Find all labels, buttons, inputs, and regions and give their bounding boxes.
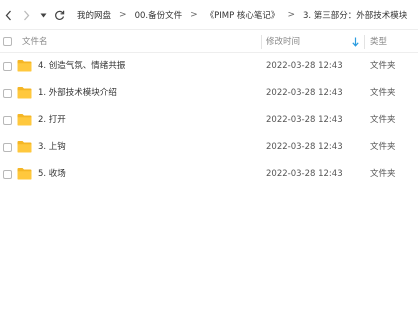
breadcrumb-item-notes[interactable]: 《PIMP 核心笔记》 <box>201 9 285 21</box>
folder-icon <box>17 141 32 153</box>
folder-icon <box>17 114 32 126</box>
file-name[interactable]: 2. 打开 <box>38 107 66 134</box>
breadcrumb-separator-icon: > <box>119 10 127 20</box>
select-all-checkbox[interactable] <box>3 37 12 46</box>
file-row[interactable]: 5. 收场 2022-03-28 12:43 文件夹 <box>0 161 418 188</box>
row-checkbox[interactable] <box>3 62 12 71</box>
folder-icon <box>17 168 32 180</box>
toolbar: 我的网盘 > 00.备份文件 > 《PIMP 核心笔记》 > 3. 第三部分：外… <box>0 0 418 30</box>
row-checkbox[interactable] <box>3 170 12 179</box>
chevron-right-icon <box>23 10 29 20</box>
file-modified-time: 2022-03-28 12:43 <box>266 169 343 179</box>
file-name[interactable]: 4. 创造气氛、情绪共振 <box>38 53 125 80</box>
file-type: 文件夹 <box>370 115 396 125</box>
history-dropdown-button[interactable] <box>38 7 48 23</box>
file-name[interactable]: 5. 收场 <box>38 161 66 188</box>
refresh-icon <box>54 10 64 20</box>
column-header-type[interactable]: 类型 <box>370 31 387 53</box>
file-type: 文件夹 <box>370 61 396 71</box>
folder-icon <box>17 60 32 72</box>
file-modified-time: 2022-03-28 12:43 <box>266 115 343 125</box>
file-modified-time: 2022-03-28 12:43 <box>266 88 343 98</box>
caret-down-icon <box>40 13 46 17</box>
breadcrumb-separator-icon: > <box>190 10 198 20</box>
column-header-name[interactable]: 文件名 <box>22 31 48 53</box>
file-type: 文件夹 <box>370 142 396 152</box>
column-header-modified[interactable]: 修改时间 <box>266 31 300 53</box>
file-type: 文件夹 <box>370 88 396 98</box>
breadcrumb-item-current[interactable]: 3. 第三部分：外部技术模块 <box>298 9 412 21</box>
row-checkbox[interactable] <box>3 89 12 98</box>
file-row[interactable]: 1. 外部技术模块介绍 2022-03-28 12:43 文件夹 <box>0 80 418 107</box>
folder-icon <box>17 87 32 99</box>
row-checkbox[interactable] <box>3 116 12 125</box>
breadcrumb-separator-icon: > <box>287 10 295 20</box>
file-row[interactable]: 4. 创造气氛、情绪共振 2022-03-28 12:43 文件夹 <box>0 53 418 80</box>
breadcrumb: 我的网盘 > 00.备份文件 > 《PIMP 核心笔记》 > 3. 第三部分：外… <box>72 0 418 30</box>
file-modified-time: 2022-03-28 12:43 <box>266 61 343 71</box>
breadcrumb-item-my-drive[interactable]: 我的网盘 <box>72 9 116 21</box>
file-modified-time: 2022-03-28 12:43 <box>266 142 343 152</box>
forward-button[interactable] <box>20 7 32 23</box>
file-list-header: 文件名 修改时间 类型 <box>0 31 418 53</box>
column-divider[interactable] <box>261 35 262 49</box>
column-divider[interactable] <box>364 35 365 49</box>
file-row[interactable]: 2. 打开 2022-03-28 12:43 文件夹 <box>0 107 418 134</box>
file-row[interactable]: 3. 上钩 2022-03-28 12:43 文件夹 <box>0 134 418 161</box>
file-name[interactable]: 1. 外部技术模块介绍 <box>38 80 117 107</box>
chevron-left-icon <box>5 10 11 20</box>
file-name[interactable]: 3. 上钩 <box>38 134 66 161</box>
breadcrumb-item-backup[interactable]: 00.备份文件 <box>130 9 188 21</box>
file-type: 文件夹 <box>370 169 396 179</box>
row-checkbox[interactable] <box>3 143 12 152</box>
sort-descending-icon[interactable] <box>352 37 359 47</box>
refresh-button[interactable] <box>52 7 66 23</box>
back-button[interactable] <box>2 7 14 23</box>
